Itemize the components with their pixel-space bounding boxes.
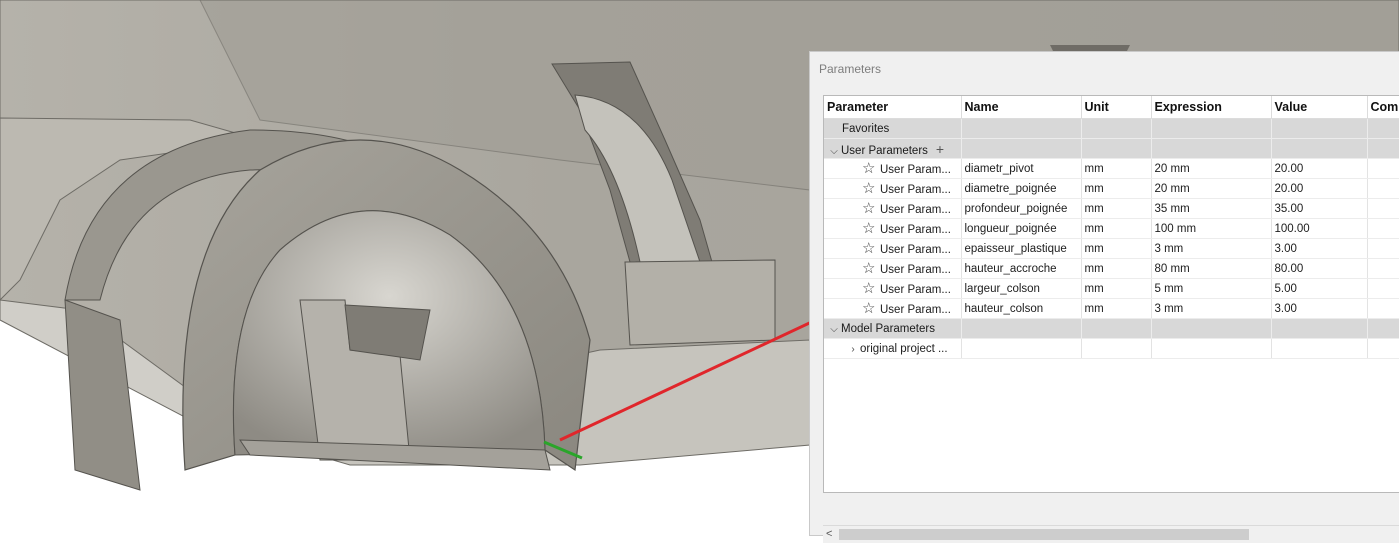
cell-comment[interactable] xyxy=(1367,238,1399,259)
cell-expression[interactable]: 35 mm xyxy=(1151,198,1272,219)
chevron-down-icon[interactable]: ⌵ xyxy=(827,324,841,335)
cell-unit: mm xyxy=(1081,258,1152,279)
cell-expression[interactable]: 80 mm xyxy=(1151,258,1272,279)
cell-parameter: ☆ User Param... xyxy=(824,218,962,239)
chevron-down-icon[interactable]: ⌵ xyxy=(827,146,841,157)
parameter-type-label: User Param... xyxy=(880,224,951,236)
cell-value: 20.00 xyxy=(1271,158,1368,179)
table-row[interactable]: ☆ User Param... hauteur_colson mm 3 mm 3.00 xyxy=(824,298,1399,319)
star-outline-icon[interactable]: ☆ xyxy=(862,201,880,216)
group-label-model-parameters: Model Parameters xyxy=(841,322,935,335)
cell-unit: mm xyxy=(1081,158,1152,179)
cell-expression[interactable]: 100 mm xyxy=(1151,218,1272,239)
cell-name: epaisseur_plastique xyxy=(961,238,1082,259)
cell-unit: mm xyxy=(1081,278,1152,299)
parameters-dialog: Parameters Parameter Name Unit Expressio… xyxy=(809,51,1399,543)
cell-expression[interactable]: 20 mm xyxy=(1151,158,1272,179)
parameter-type-label: User Param... xyxy=(880,204,951,216)
cell-unit: mm xyxy=(1081,298,1152,319)
cell-value: 80.00 xyxy=(1271,258,1368,279)
cell-value: 35.00 xyxy=(1271,198,1368,219)
cell-value: 5.00 xyxy=(1271,278,1368,299)
table-row[interactable]: ☆ User Param... diametr_pivot mm 20 mm 20.00 xyxy=(824,158,1399,179)
cell-parameter: ☆ User Param... xyxy=(824,198,962,219)
star-outline-icon[interactable]: ☆ xyxy=(862,181,880,196)
cell-name: diametre_poignée xyxy=(961,178,1082,199)
group-label-favorites: Favorites xyxy=(824,118,962,139)
cell-comment[interactable] xyxy=(1367,158,1399,179)
group-label-user-parameters: User Parameters xyxy=(841,144,928,157)
cell-value: 100.00 xyxy=(1271,218,1368,239)
parameter-type-label: User Param... xyxy=(880,264,951,276)
cell-name: largeur_colson xyxy=(961,278,1082,299)
table-header-row: Parameter Name Unit Expression Value Com… xyxy=(824,96,1399,119)
cell-name: hauteur_colson xyxy=(961,298,1082,319)
cell-comment[interactable] xyxy=(1367,218,1399,239)
cell-parameter: ☆ User Param... xyxy=(824,278,962,299)
group-row-user-parameters[interactable]: ⌵ User Parameters + xyxy=(824,138,1399,159)
dialog-title: Parameters xyxy=(819,62,882,76)
column-header-comment[interactable]: Comm xyxy=(1367,96,1399,119)
cell-parameter: ☆ User Param... xyxy=(824,258,962,279)
parameter-type-label: User Param... xyxy=(880,304,951,316)
star-outline-icon[interactable]: ☆ xyxy=(862,241,880,256)
cell-comment[interactable] xyxy=(1367,178,1399,199)
cell-comment[interactable] xyxy=(1367,258,1399,279)
parameters-table: Parameter Name Unit Expression Value Com… xyxy=(823,95,1399,493)
cell-value: 3.00 xyxy=(1271,238,1368,259)
star-outline-icon[interactable]: ☆ xyxy=(862,301,880,316)
cell-name: profondeur_poignée xyxy=(961,198,1082,219)
parameter-type-label: User Param... xyxy=(880,284,951,296)
parameter-type-label: User Param... xyxy=(880,164,951,176)
cell-value: 20.00 xyxy=(1271,178,1368,199)
column-header-parameter[interactable]: Parameter xyxy=(824,96,962,119)
column-header-unit[interactable]: Unit xyxy=(1081,96,1152,119)
cell-parameter: ☆ User Param... xyxy=(824,238,962,259)
tree-label-original-project: original project ... xyxy=(860,342,948,355)
cell-value: 3.00 xyxy=(1271,298,1368,319)
cell-expression[interactable]: 5 mm xyxy=(1151,278,1272,299)
star-outline-icon[interactable]: ☆ xyxy=(862,161,880,176)
group-row-favorites[interactable]: Favorites xyxy=(824,118,1399,139)
table-row[interactable]: ☆ User Param... profondeur_poignée mm 35 mm 3… xyxy=(824,198,1399,219)
star-outline-icon[interactable]: ☆ xyxy=(862,221,880,236)
column-header-expression[interactable]: Expression xyxy=(1151,96,1272,119)
cell-expression[interactable]: 20 mm xyxy=(1151,178,1272,199)
table-row[interactable]: ☆ User Param... epaisseur_plastique mm 3 mm 3… xyxy=(824,238,1399,259)
table-row[interactable]: ☆ User Param... diametre_poignée mm 20 mm 20.… xyxy=(824,178,1399,199)
cell-comment[interactable] xyxy=(1367,298,1399,319)
cell-unit: mm xyxy=(1081,238,1152,259)
cell-unit: mm xyxy=(1081,218,1152,239)
column-header-name[interactable]: Name xyxy=(961,96,1082,119)
table-row[interactable]: ☆ User Param... largeur_colson mm 5 mm 5.00 xyxy=(824,278,1399,299)
cell-comment[interactable] xyxy=(1367,198,1399,219)
cell-unit: mm xyxy=(1081,178,1152,199)
cell-unit: mm xyxy=(1081,198,1152,219)
group-row-model-parameters[interactable]: ⌵ Model Parameters xyxy=(824,318,1399,339)
cell-name: diametr_pivot xyxy=(961,158,1082,179)
star-outline-icon[interactable]: ☆ xyxy=(862,261,880,276)
parameter-type-label: User Param... xyxy=(880,244,951,256)
cell-expression[interactable]: 3 mm xyxy=(1151,238,1272,259)
cell-name: longueur_poignée xyxy=(961,218,1082,239)
cell-expression[interactable]: 3 mm xyxy=(1151,298,1272,319)
cell-parameter: ☆ User Param... xyxy=(824,158,962,179)
column-header-value[interactable]: Value xyxy=(1271,96,1368,119)
parameter-type-label: User Param... xyxy=(880,184,951,196)
cell-parameter: ☆ User Param... xyxy=(824,178,962,199)
chevron-right-icon[interactable]: › xyxy=(846,344,860,355)
star-outline-icon[interactable]: ☆ xyxy=(862,281,880,296)
plus-icon[interactable]: + xyxy=(936,141,944,157)
cell-parameter: ☆ User Param... xyxy=(824,298,962,319)
scrollbar-thumb[interactable] xyxy=(839,529,1249,540)
cell-comment[interactable] xyxy=(1367,278,1399,299)
cell-name: hauteur_accroche xyxy=(961,258,1082,279)
table-row[interactable]: ☆ User Param... longueur_poignée mm 100 mm 10… xyxy=(824,218,1399,239)
horizontal-scrollbar[interactable]: < xyxy=(823,525,1399,543)
table-row[interactable]: ☆ User Param... hauteur_accroche mm 80 mm 80.… xyxy=(824,258,1399,279)
tree-row-original-project[interactable]: › original project ... xyxy=(824,338,1399,359)
